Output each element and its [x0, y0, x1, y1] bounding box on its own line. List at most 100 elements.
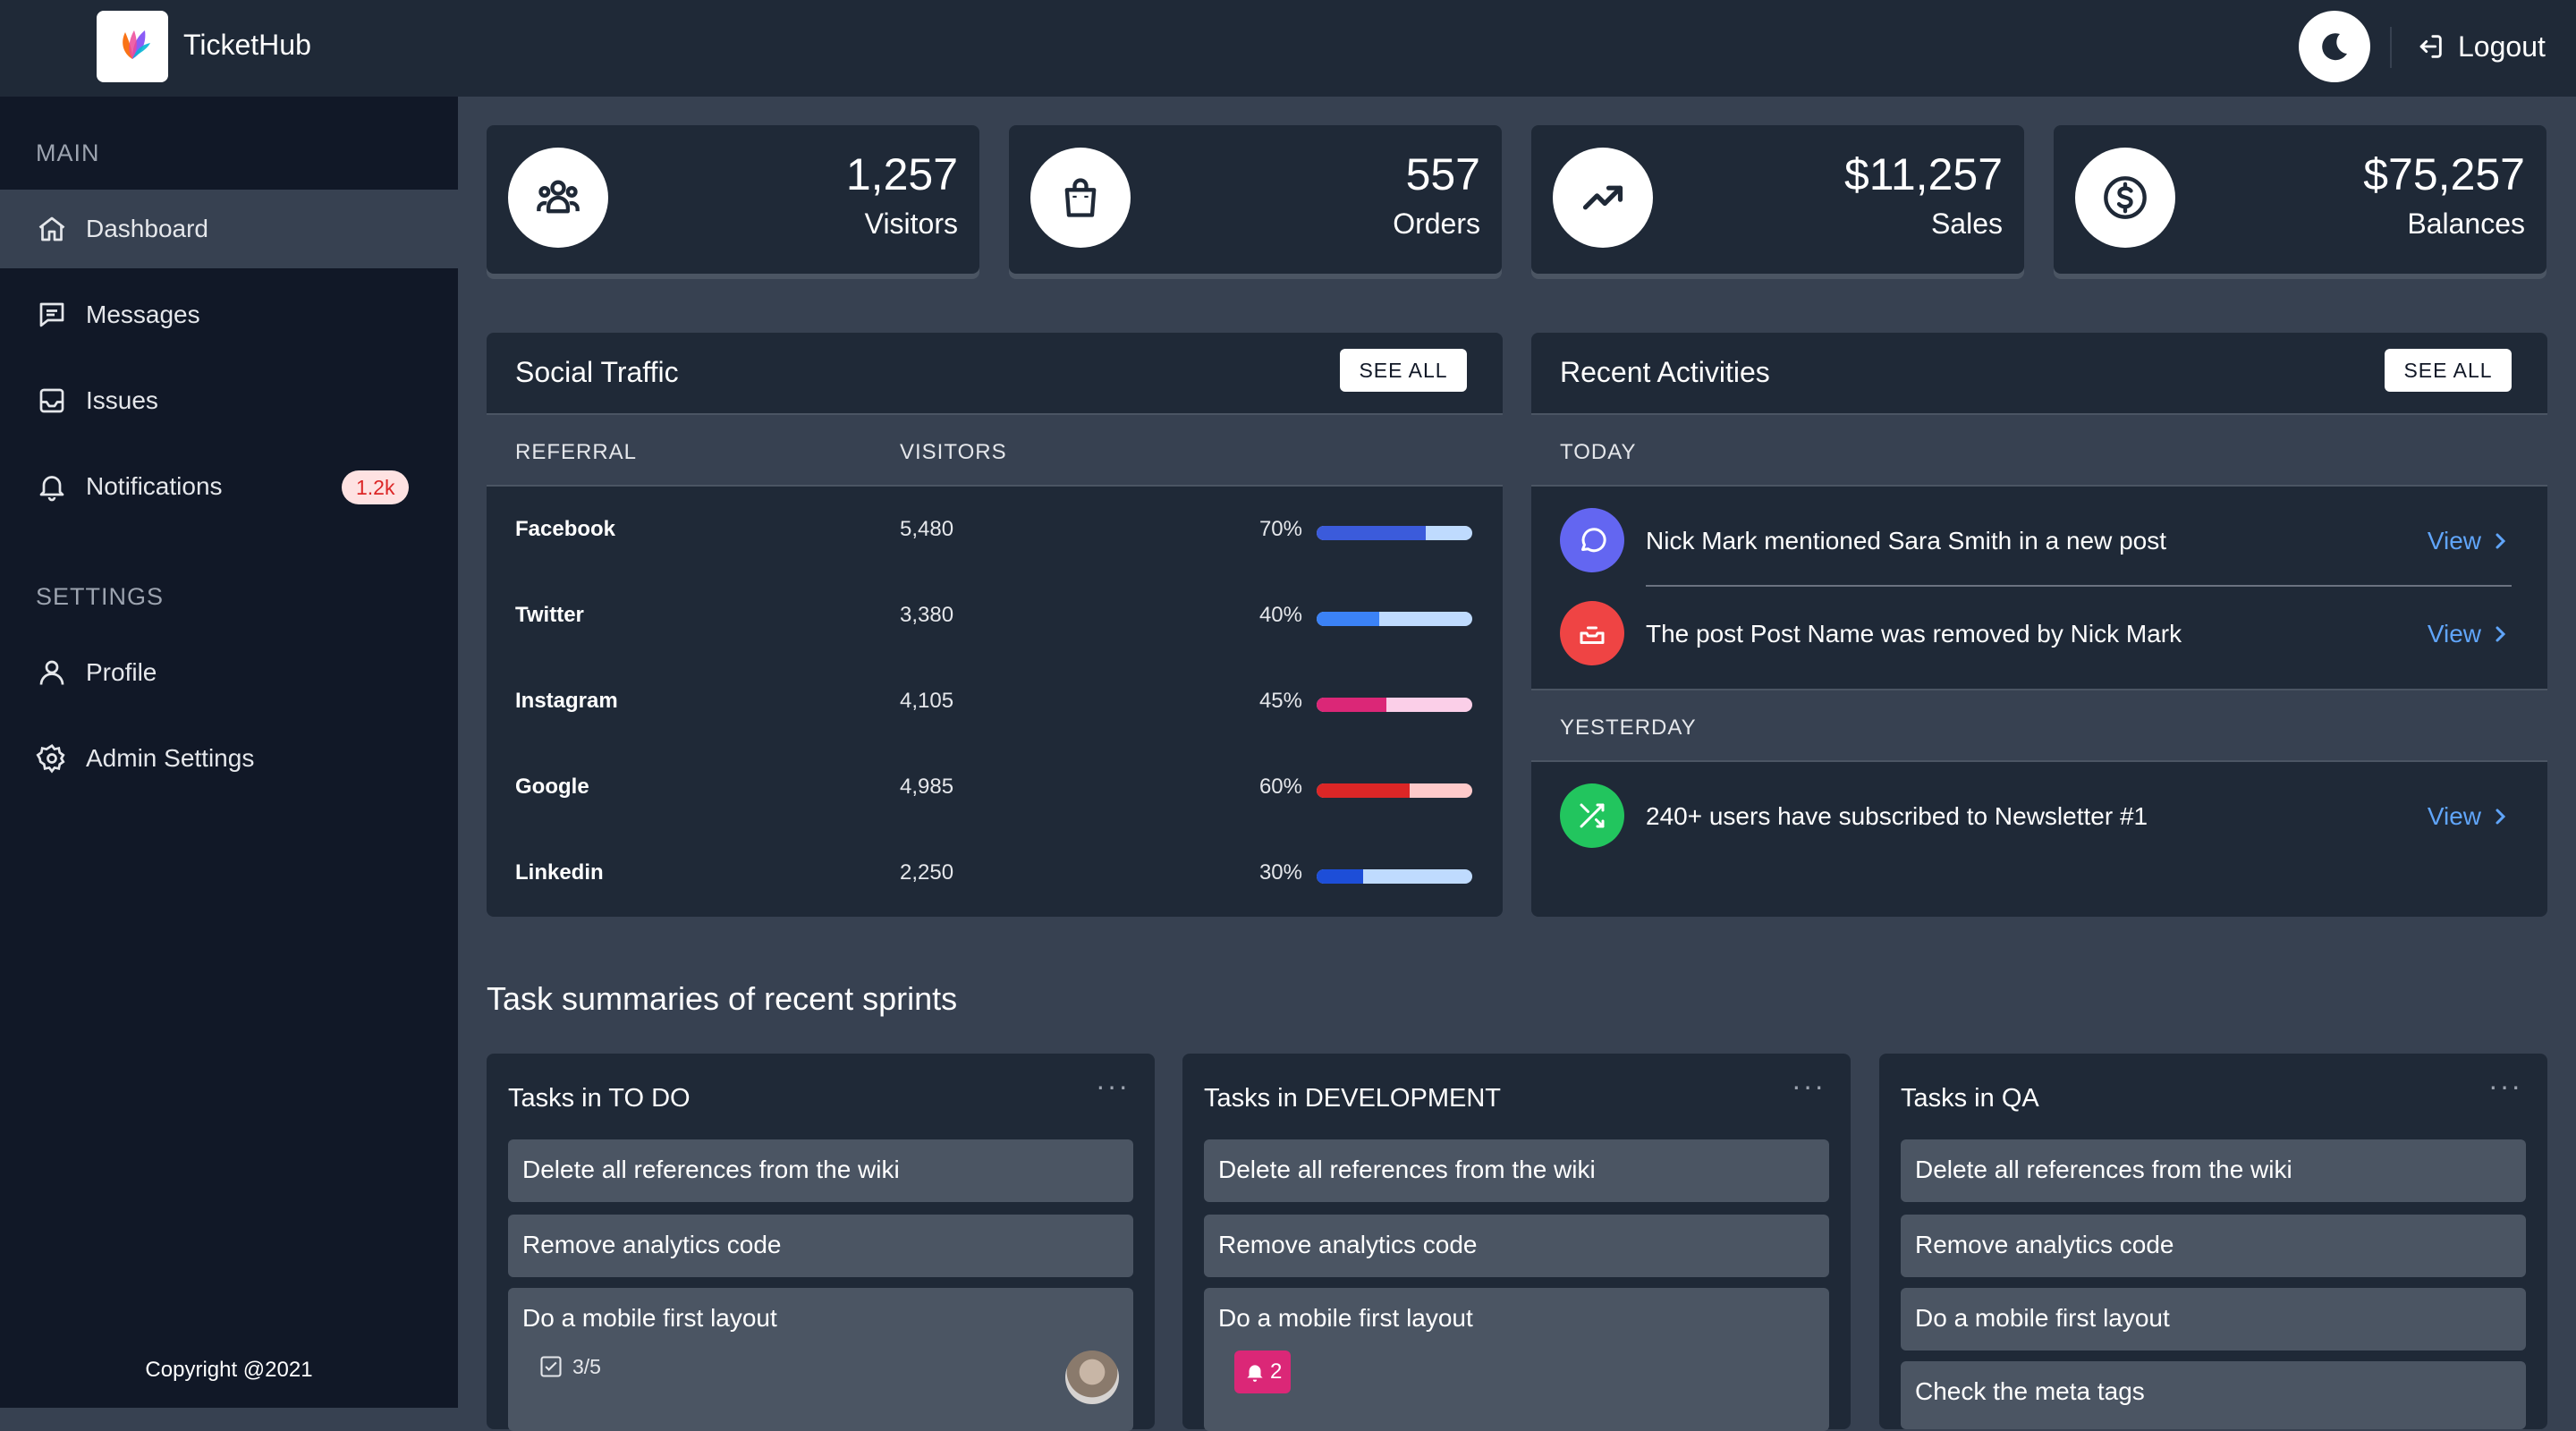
task-title: Remove analytics code: [522, 1231, 782, 1258]
bell-icon: [39, 476, 64, 502]
column-header-visitors: VISITORS: [900, 440, 1007, 464]
task-card[interactable]: Delete all references from the wiki: [1901, 1139, 2526, 1202]
table-row[interactable]: Twitter 3,380 40%: [487, 572, 1503, 658]
progress-fill: [1317, 612, 1379, 626]
moon-icon: [2322, 33, 2347, 61]
progress-fill: [1317, 698, 1387, 712]
activity-view-link[interactable]: View: [2428, 802, 2508, 831]
stat-label: Balances: [2407, 207, 2525, 240]
activity-item: Nick Mark mentioned Sara Smith in a new …: [1531, 487, 2547, 580]
sidebar-item-issues[interactable]: Issues: [0, 361, 458, 440]
task-card[interactable]: Delete all references from the wiki: [1204, 1139, 1829, 1202]
view-label: View: [2427, 527, 2481, 555]
table-row[interactable]: Google 4,985 60%: [487, 744, 1503, 830]
copyright: Copyright @2021: [145, 1358, 313, 1382]
table-row[interactable]: Linkedin 2,250 30%: [487, 830, 1503, 916]
sidebar-item-notifications[interactable]: Notifications 1.2k: [0, 447, 458, 526]
stat-icon-circle: [1553, 148, 1653, 248]
column-header-referral: REFERRAL: [515, 440, 638, 464]
percent-label: 45%: [1258, 689, 1302, 713]
stat-card-sales[interactable]: $11,257 Sales: [1531, 125, 2024, 274]
task-card[interactable]: Do a mobile first layout: [1901, 1288, 2526, 1351]
top-divider: [2390, 27, 2392, 68]
progress-bar: [1317, 783, 1472, 798]
social-traffic-see-all-button[interactable]: SEE ALL: [1340, 349, 1467, 392]
sidebar-item-profile[interactable]: Profile: [0, 633, 458, 712]
activity-text: The post Post Name was removed by Nick M…: [1646, 620, 2182, 648]
sidebar-section-main: MAIN: [36, 140, 100, 166]
task-card[interactable]: Do a mobile first layout 2: [1204, 1288, 1829, 1431]
activity-view-link[interactable]: View: [2428, 527, 2508, 555]
percent-label: 70%: [1258, 517, 1302, 541]
stat-card-balances[interactable]: $75,257 Balances: [2054, 125, 2546, 274]
activity-item: The post Post Name was removed by Nick M…: [1531, 580, 2547, 673]
chevron-right-icon: [2496, 809, 2506, 825]
table-row[interactable]: Instagram 4,105 45%: [487, 658, 1503, 744]
logout-button[interactable]: Logout: [2415, 27, 2546, 66]
board-title: Tasks in QA: [1901, 1084, 2039, 1113]
recent-activities-see-all-button[interactable]: SEE ALL: [2385, 349, 2512, 392]
table-row[interactable]: Facebook 5,480 70%: [487, 487, 1503, 572]
sidebar-item-label: Admin Settings: [86, 744, 255, 772]
task-board-todo: Tasks in TO DO ··· Delete all references…: [487, 1054, 1155, 1431]
task-card[interactable]: Remove analytics code: [1901, 1215, 2526, 1277]
stat-label: Visitors: [864, 207, 958, 240]
progress-bar: [1317, 612, 1472, 626]
progress-bar: [1317, 869, 1472, 884]
referral-name: Facebook: [515, 517, 616, 541]
visitor-count: 2,250: [900, 860, 954, 885]
message-circle-icon: [1581, 528, 1606, 553]
sidebar-section-settings: SETTINGS: [36, 583, 165, 610]
task-title: Do a mobile first layout: [1218, 1304, 1473, 1332]
activity-icon-circle: [1560, 601, 1624, 665]
avatar[interactable]: [1065, 1351, 1119, 1404]
task-card[interactable]: Delete all references from the wiki: [508, 1139, 1133, 1202]
stat-value: $11,257: [1843, 149, 2003, 199]
dark-mode-toggle[interactable]: [2299, 11, 2370, 82]
sidebar-item-dashboard[interactable]: Dashboard: [0, 190, 458, 268]
logout-label: Logout: [2458, 30, 2546, 63]
chevron-right-icon: [2496, 626, 2506, 642]
sidebar: MAIN Dashboard Messages Issues Notificat…: [0, 97, 458, 1408]
notification-tag: 2: [1234, 1351, 1292, 1393]
notification-count: 2: [1270, 1359, 1283, 1384]
task-card[interactable]: Check the meta tags: [1901, 1361, 2526, 1429]
sidebar-item-label: Messages: [86, 301, 200, 328]
group-header-yesterday: YESTERDAY: [1531, 689, 2547, 762]
panel-title: Social Traffic: [515, 356, 679, 388]
progress-fill: [1317, 526, 1426, 540]
sidebar-item-admin-settings[interactable]: Admin Settings: [0, 719, 458, 798]
percent-label: 60%: [1258, 775, 1302, 799]
archive-icon: [1580, 626, 1605, 644]
shopping-bag-icon: [1064, 178, 1097, 217]
stat-value: 557: [1405, 149, 1480, 199]
sidebar-item-label: Notifications: [86, 472, 223, 500]
task-card[interactable]: Do a mobile first layout 3/5: [508, 1288, 1133, 1431]
visitor-count: 4,105: [900, 689, 954, 713]
activity-icon-circle: [1560, 783, 1624, 848]
user-icon: [39, 660, 64, 685]
sidebar-item-messages[interactable]: Messages: [0, 275, 458, 354]
activity-view-link[interactable]: View: [2428, 620, 2508, 648]
visitor-count: 3,380: [900, 603, 954, 627]
stat-card-orders[interactable]: 557 Orders: [1009, 125, 1502, 274]
app-logo[interactable]: [97, 11, 168, 82]
board-menu-button[interactable]: ···: [2488, 1070, 2522, 1103]
panel-title: Recent Activities: [1560, 356, 1770, 388]
stat-value: 1,257: [845, 149, 958, 199]
stat-label: Sales: [1930, 207, 2003, 240]
chevron-right-icon: [2496, 533, 2506, 549]
view-label: View: [2427, 802, 2481, 830]
stat-card-visitors[interactable]: 1,257 Visitors: [487, 125, 979, 274]
progress-fill: [1317, 783, 1411, 798]
social-traffic-panel: Social Traffic SEE ALL REFERRAL VISITORS…: [487, 333, 1503, 917]
gear-icon: [36, 743, 65, 774]
task-title: Remove analytics code: [1218, 1231, 1478, 1258]
progress-bar: [1317, 526, 1472, 540]
notifications-badge: 1.2k: [342, 470, 410, 504]
board-menu-button[interactable]: ···: [1096, 1070, 1130, 1103]
board-menu-button[interactable]: ···: [1792, 1070, 1826, 1103]
task-card[interactable]: Remove analytics code: [1204, 1215, 1829, 1277]
task-card[interactable]: Remove analytics code: [508, 1215, 1133, 1277]
task-title: Do a mobile first layout: [1915, 1304, 2170, 1332]
